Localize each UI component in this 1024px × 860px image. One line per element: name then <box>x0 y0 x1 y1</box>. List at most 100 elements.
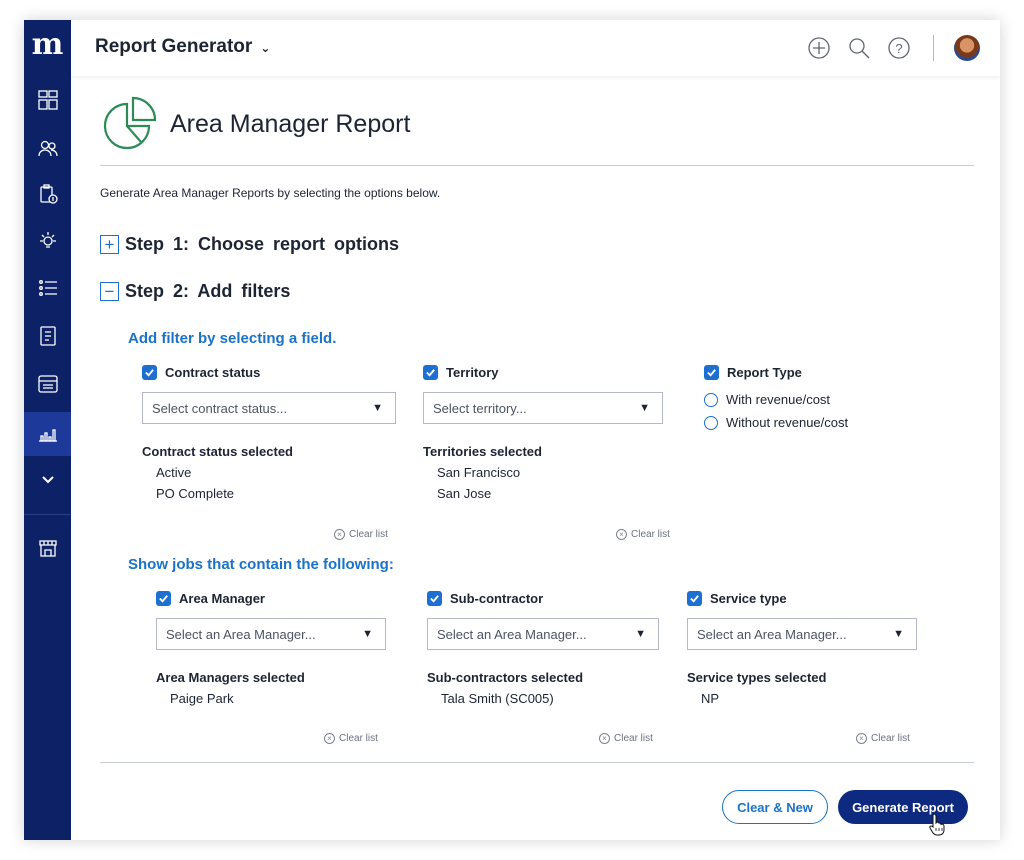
step-1-title: Step 1: Choose report options <box>125 234 400 254</box>
toolbar-divider <box>933 35 934 61</box>
clear-label: Clear list <box>631 529 670 540</box>
sub-contractor-placeholder: Select an Area Manager... <box>437 626 587 642</box>
store-icon[interactable] <box>24 526 71 570</box>
dropdown-arrow-icon: ▼ <box>362 628 373 640</box>
people-icon[interactable] <box>24 126 71 170</box>
area-manager-select[interactable]: Select an Area Manager... ▼ <box>156 618 386 650</box>
contract-status-checkbox[interactable]: Contract status <box>142 365 396 380</box>
sub-contractor-clear-button[interactable]: × Clear list <box>599 733 653 744</box>
service-type-placeholder: Select an Area Manager... <box>697 626 847 642</box>
checkbox-checked-icon <box>427 591 442 606</box>
territory-checkbox[interactable]: Territory <box>423 365 663 380</box>
area-manager-label: Area Manager <box>179 591 265 606</box>
clear-icon: × <box>856 733 867 744</box>
reports-icon[interactable] <box>24 412 71 456</box>
area-manager-filter: Area Manager Select an Area Manager... ▼… <box>156 591 386 706</box>
step-2-toggle[interactable]: − Step 2: Add filters <box>100 281 290 302</box>
clear-icon: × <box>616 529 627 540</box>
page-header: Area Manager Report <box>100 94 974 166</box>
list-icon[interactable] <box>24 266 71 310</box>
territory-select[interactable]: Select territory... ▼ <box>423 392 663 424</box>
service-type-clear-button[interactable]: × Clear list <box>856 733 910 744</box>
area-manager-clear-button[interactable]: × Clear list <box>324 733 378 744</box>
dropdown-arrow-icon: ▼ <box>639 402 650 414</box>
territory-placeholder: Select territory... <box>433 400 527 416</box>
app-switcher[interactable]: Report Generator ⌄ <box>95 36 270 58</box>
help-icon[interactable]: ? <box>885 34 913 62</box>
sub-contractor-select[interactable]: Select an Area Manager... ▼ <box>427 618 659 650</box>
ideas-icon[interactable] <box>24 218 71 262</box>
sub-contractor-selected-label: Sub-contractors selected <box>427 670 584 685</box>
service-type-checkbox[interactable]: Service type <box>687 591 917 606</box>
sidebar-divider <box>24 514 71 515</box>
chevron-down-icon[interactable] <box>24 458 71 502</box>
svg-text:?: ? <box>895 41 902 56</box>
clear-icon: × <box>599 733 610 744</box>
top-bar: Report Generator ⌄ ? <box>71 20 1000 76</box>
chevron-down-icon: ⌄ <box>260 41 271 55</box>
sub-contractor-label: Sub-contractor <box>450 591 544 606</box>
clear-label: Clear list <box>349 529 388 540</box>
clear-icon: × <box>334 529 345 540</box>
radio-without-revenue[interactable]: Without revenue/cost <box>704 415 924 430</box>
divider <box>100 762 974 763</box>
billing-icon[interactable] <box>24 172 71 216</box>
contract-status-selected-label: Contract status selected <box>142 444 293 459</box>
sub-contractor-checkbox[interactable]: Sub-contractor <box>427 591 659 606</box>
report-type-label: Report Type <box>727 365 802 380</box>
contract-status-filter: Contract status Select contract status..… <box>142 365 396 501</box>
checkbox-checked-icon <box>423 365 438 380</box>
radio-label: Without revenue/cost <box>726 415 849 430</box>
list-item: NP <box>701 691 720 706</box>
dropdown-arrow-icon: ▼ <box>635 628 646 640</box>
clear-label: Clear list <box>871 733 910 744</box>
table-icon[interactable] <box>24 362 71 406</box>
document-icon[interactable] <box>24 314 71 358</box>
logo[interactable]: m <box>24 30 71 66</box>
checkbox-checked-icon <box>156 591 171 606</box>
list-item: San Francisco <box>437 465 521 480</box>
contract-status-clear-button[interactable]: × Clear list <box>334 529 388 540</box>
list-item: Active <box>156 465 192 480</box>
avatar[interactable] <box>954 35 980 61</box>
add-icon[interactable] <box>805 34 833 62</box>
clear-icon: × <box>324 733 335 744</box>
radio-with-revenue[interactable]: With revenue/cost <box>704 392 924 407</box>
report-type-filter: Report Type With revenue/cost Without re… <box>704 365 924 430</box>
expand-icon: + <box>100 235 119 254</box>
jobs-section-heading: Show jobs that contain the following: <box>128 556 394 573</box>
area-manager-selected-label: Area Managers selected <box>156 670 305 685</box>
filter-section-heading: Add filter by selecting a field. <box>128 330 337 347</box>
territory-clear-button[interactable]: × Clear list <box>616 529 670 540</box>
list-item: Tala Smith (SC005) <box>441 691 554 706</box>
service-type-select[interactable]: Select an Area Manager... ▼ <box>687 618 917 650</box>
step-1-toggle[interactable]: + Step 1: Choose report options <box>100 234 399 255</box>
radio-unchecked-icon <box>704 392 718 407</box>
dashboard-icon[interactable] <box>24 78 71 122</box>
dropdown-arrow-icon: ▼ <box>372 402 383 414</box>
contract-status-select[interactable]: Select contract status... ▼ <box>142 392 396 424</box>
generate-report-button[interactable]: Generate Report <box>838 790 968 824</box>
contract-status-label: Contract status <box>165 365 261 380</box>
checkbox-checked-icon <box>704 365 719 380</box>
service-type-selected-label: Service types selected <box>687 670 827 685</box>
report-type-checkbox[interactable]: Report Type <box>704 365 924 380</box>
territory-filter: Territory Select territory... ▼ Territor… <box>423 365 663 501</box>
search-icon[interactable] <box>845 34 873 62</box>
top-actions: ? <box>805 32 980 64</box>
hand-cursor-icon <box>929 813 945 836</box>
list-item: San Jose <box>437 486 492 501</box>
list-item: Paige Park <box>170 691 234 706</box>
list-item: PO Complete <box>156 486 235 501</box>
service-type-label: Service type <box>710 591 787 606</box>
pie-chart-icon <box>103 96 157 150</box>
area-manager-checkbox[interactable]: Area Manager <box>156 591 386 606</box>
sidebar: m <box>24 20 71 840</box>
checkbox-checked-icon <box>142 365 157 380</box>
service-type-filter: Service type Select an Area Manager... ▼… <box>687 591 917 706</box>
page-intro: Generate Area Manager Reports by selecti… <box>100 186 441 200</box>
page-title: Area Manager Report <box>170 110 411 138</box>
checkbox-checked-icon <box>687 591 702 606</box>
dropdown-arrow-icon: ▼ <box>893 628 904 640</box>
clear-and-new-button[interactable]: Clear & New <box>722 790 828 824</box>
